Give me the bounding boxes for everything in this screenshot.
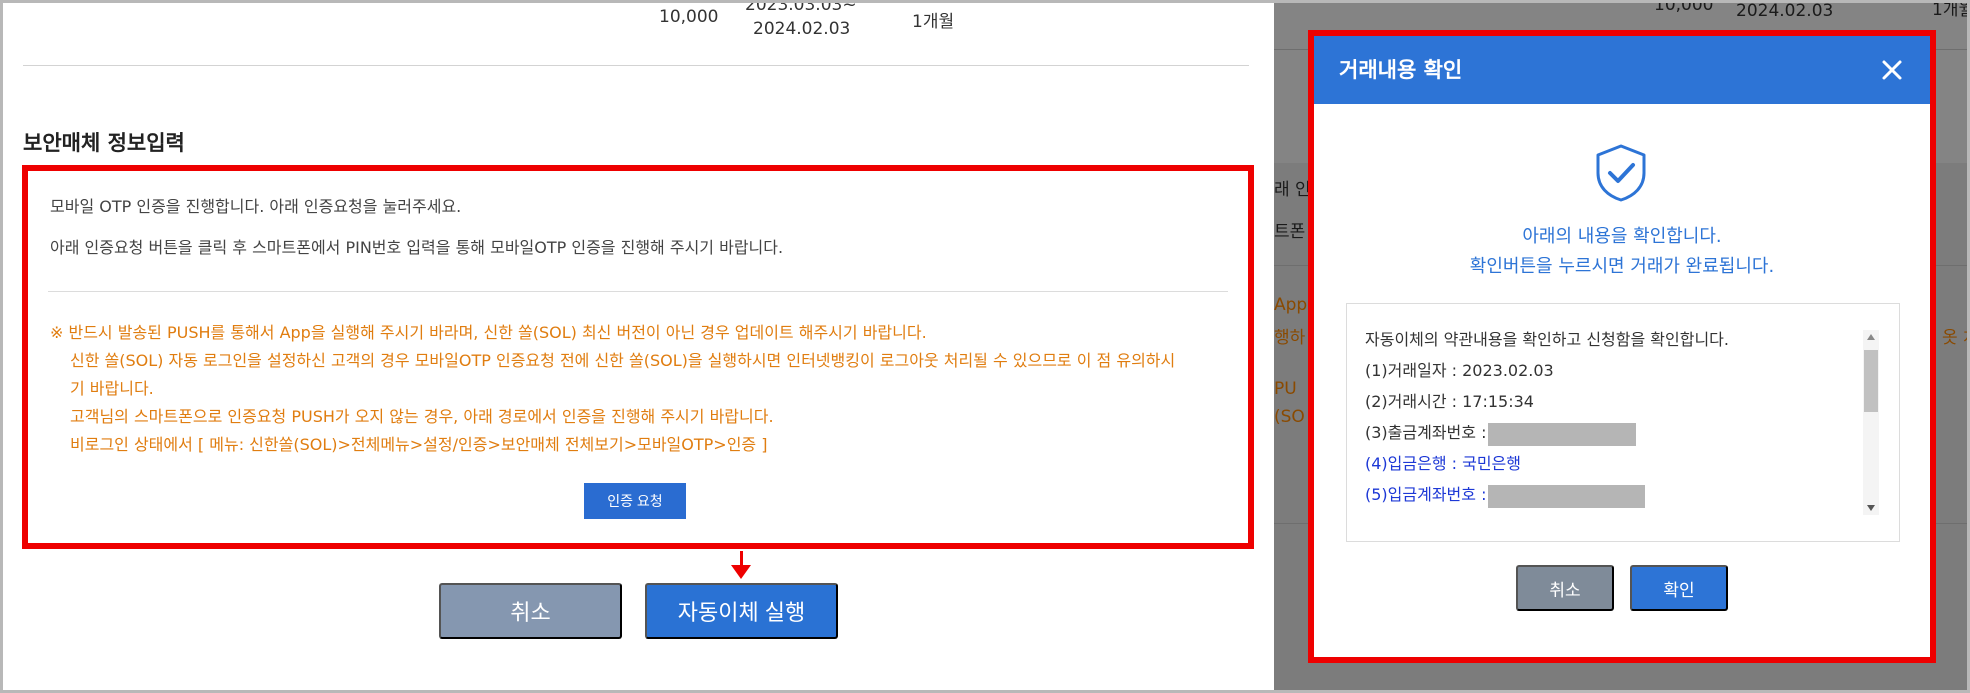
redacted-account-number bbox=[1488, 485, 1646, 508]
period-end-cell: 2024.02.03 bbox=[753, 19, 851, 39]
warning-line: 고객님의 스마트폰으로 인증요청 PUSH가 오지 않는 경우, 아래 경로에서… bbox=[70, 407, 774, 426]
bg-text-fragment: 행하 bbox=[1274, 328, 1306, 348]
term-item: (1)거래일자 : 2023.02.03 bbox=[1365, 361, 1859, 392]
auth-request-button[interactable]: 인증 요청 bbox=[584, 483, 686, 519]
term-item-text: (4)입금은행 : 국민은행 bbox=[1365, 454, 1521, 473]
close-icon[interactable] bbox=[1878, 56, 1906, 84]
bg-text-fragment: PU bbox=[1274, 379, 1297, 399]
otp-section: 모바일 OTP 인증을 진행합니다. 아래 인증요청을 눌러주세요. 아래 인증… bbox=[22, 165, 1254, 549]
modal-confirm-button[interactable]: 확인 bbox=[1630, 565, 1728, 611]
section-title: 보안매체 정보입력 bbox=[23, 131, 185, 155]
bg-amount-fragment: 10,000 bbox=[1654, 3, 1714, 15]
arrow-down-icon-head bbox=[731, 565, 751, 579]
summary-table-row: 10,000 2023.03.03~ 2024.02.03 1개월 bbox=[3, 3, 1274, 43]
bg-text-fragment: (SO bbox=[1274, 407, 1305, 427]
redacted-account-number bbox=[1488, 423, 1637, 446]
term-item-text: 자동이체의 약관내용을 확인하고 신청함을 확인합니다. bbox=[1365, 330, 1729, 349]
warning-line: 비로그인 상태에서 [ 메뉴: 신한쏠(SOL)>전체메뉴>설정/인증>보안매체… bbox=[70, 435, 768, 454]
bg-text-fragment: 옷 처 bbox=[1942, 328, 1967, 348]
scroll-up-icon[interactable] bbox=[1867, 334, 1875, 340]
bg-text-fragment: App bbox=[1274, 295, 1308, 315]
scroll-down-icon[interactable] bbox=[1867, 505, 1875, 511]
warning-line: 기 바랍니다. bbox=[70, 379, 154, 398]
term-item: (4)입금은행 : 국민은행 bbox=[1365, 454, 1859, 485]
modal-message-line-1: 아래의 내용을 확인합니다. bbox=[1522, 226, 1722, 247]
warning-line: 신한 쏠(SOL) 자동 로그인을 설정하신 고객의 경우 모바일OTP 인증요… bbox=[70, 351, 1176, 370]
period-start-cell: 2023.03.03~ bbox=[745, 3, 857, 15]
modal-message: 아래의 내용을 확인합니다. 확인버튼을 누르시면 거래가 완료됩니다. bbox=[1314, 222, 1930, 282]
auto-transfer-run-button[interactable]: 자동이체 실행 bbox=[645, 583, 838, 639]
cancel-button[interactable]: 취소 bbox=[439, 583, 622, 639]
amount-cell: 10,000 bbox=[659, 7, 719, 27]
confirm-transaction-modal: 거래내용 확인 아래의 내용을 확인합니다. 확인버튼을 누르시면 거래가 완료… bbox=[1314, 36, 1930, 657]
modal-title: 거래내용 확인 bbox=[1339, 58, 1463, 82]
term-item: (5)입금계좌번호 : bbox=[1365, 485, 1859, 516]
terms-scrollbar[interactable] bbox=[1863, 330, 1879, 515]
scroll-thumb[interactable] bbox=[1864, 350, 1878, 412]
modal-cancel-button[interactable]: 취소 bbox=[1516, 565, 1614, 611]
bg-suffix-fragment: 1개월 bbox=[1932, 3, 1967, 20]
terms-box[interactable]: 자동이체의 약관내용을 확인하고 신청함을 확인합니다. (1)거래일자 : 2… bbox=[1346, 303, 1900, 542]
otp-warning: ※ 반드시 발송된 PUSH를 통해서 App을 실행해 주시기 바라며, 신한… bbox=[50, 319, 1228, 459]
term-item-text: (3)출금계좌번호 : bbox=[1365, 423, 1487, 442]
otp-instructions: 모바일 OTP 인증을 진행합니다. 아래 인증요청을 눌러주세요. 아래 인증… bbox=[50, 197, 1226, 258]
bg-text-fragment: 래 인 bbox=[1274, 180, 1311, 200]
otp-instruction-2: 아래 인증요청 버튼을 클릭 후 스마트폰에서 PIN번호 입력을 통해 모바일… bbox=[50, 238, 784, 257]
main-panel: 10,000 2023.03.03~ 2024.02.03 1개월 보안매체 정… bbox=[3, 3, 1274, 690]
otp-instruction-1: 모바일 OTP 인증을 진행합니다. 아래 인증요청을 눌러주세요. bbox=[50, 197, 462, 216]
modal-header: 거래내용 확인 bbox=[1314, 36, 1930, 104]
term-item: (3)출금계좌번호 : bbox=[1365, 423, 1859, 454]
terms-list: 자동이체의 약관내용을 확인하고 신청함을 확인합니다. (1)거래일자 : 2… bbox=[1365, 330, 1859, 516]
term-item: (2)거래시간 : 17:15:34 bbox=[1365, 392, 1859, 423]
warning-line: ※ 반드시 발송된 PUSH를 통해서 App을 실행해 주시기 바라며, 신한… bbox=[50, 323, 927, 342]
term-item: 자동이체의 약관내용을 확인하고 신청함을 확인합니다. bbox=[1365, 330, 1859, 361]
cycle-cell: 1개월 bbox=[912, 12, 955, 32]
term-item-text: (2)거래시간 : 17:15:34 bbox=[1365, 392, 1534, 411]
term-item-text: (5)입금계좌번호 : bbox=[1365, 485, 1487, 504]
modal-message-line-2: 확인버튼을 누르시면 거래가 완료됩니다. bbox=[1469, 256, 1775, 277]
otp-divider bbox=[48, 291, 1228, 292]
bg-text-fragment: 트폰 bbox=[1274, 222, 1306, 242]
term-item-text: (1)거래일자 : 2023.02.03 bbox=[1365, 361, 1554, 380]
shield-check-icon bbox=[1590, 142, 1652, 204]
divider bbox=[23, 65, 1249, 66]
bg-date-fragment: 2024.02.03 bbox=[1736, 3, 1834, 21]
